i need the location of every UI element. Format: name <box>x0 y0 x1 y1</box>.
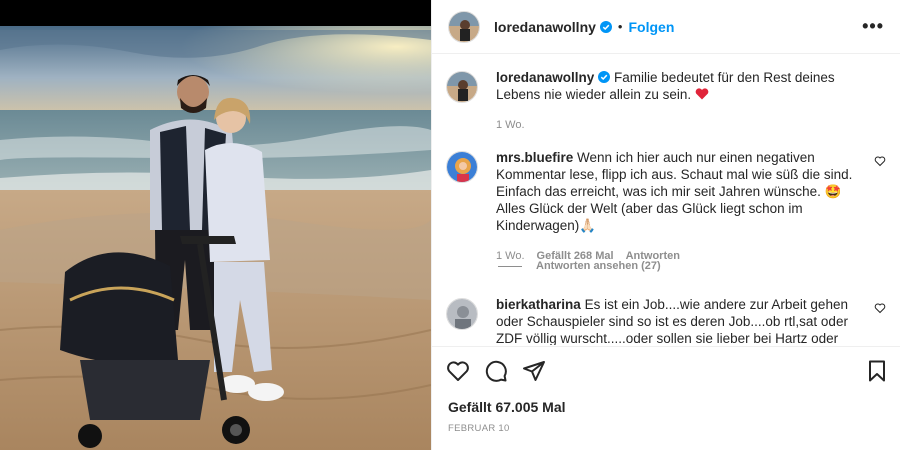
post-header: loredanawollny • Folgen ••• <box>432 0 900 54</box>
commenter-username[interactable]: mrs.bluefire <box>496 150 573 165</box>
comment-like-icon[interactable] <box>874 155 886 167</box>
comment-body: bierkatharina Es ist ein Job....wie ande… <box>496 296 856 345</box>
red-heart-emoji-icon <box>695 88 709 100</box>
commenter-avatar[interactable] <box>446 298 478 330</box>
post-photo[interactable] <box>0 0 431 450</box>
caption-timestamp[interactable]: 1 Wo. <box>496 117 525 134</box>
more-options-icon[interactable]: ••• <box>862 16 884 37</box>
post-side-panel: loredanawollny • Folgen ••• loredanawoll… <box>431 0 900 450</box>
caption-body: loredanawollny Familie bedeutet für den … <box>496 69 856 134</box>
action-icons <box>446 359 891 383</box>
caption-meta: 1 Wo. <box>496 117 856 134</box>
comment-icon[interactable] <box>484 359 508 383</box>
caption-avatar[interactable] <box>446 71 478 103</box>
verified-icon <box>599 20 612 33</box>
author-avatar[interactable] <box>448 10 480 43</box>
caption-row: loredanawollny Familie bedeutet für den … <box>446 69 886 134</box>
comment-row: mrs.bluefire Wenn ich hier auch nur eine… <box>446 149 886 265</box>
comment-body: mrs.bluefire Wenn ich hier auch nur eine… <box>496 149 856 265</box>
comments-list[interactable]: loredanawollny Familie bedeutet für den … <box>432 55 900 345</box>
bookmark-icon[interactable] <box>865 359 889 383</box>
comment-row: bierkatharina Es ist ein Job....wie ande… <box>446 296 886 345</box>
commenter-avatar[interactable] <box>446 151 478 183</box>
like-count[interactable]: Gefällt 67.005 Mal <box>448 399 566 415</box>
follow-button[interactable]: Folgen <box>628 19 674 35</box>
post-actions: Gefällt 67.005 Mal FEBRUAR 10 <box>432 346 900 450</box>
heart-icon[interactable] <box>446 359 470 383</box>
post-date[interactable]: FEBRUAR 10 <box>448 423 510 434</box>
caption-username[interactable]: loredanawollny <box>496 70 594 85</box>
view-replies-label: Antworten ansehen (27) <box>536 260 661 272</box>
separator-dot: • <box>617 19 623 34</box>
comment-like-icon[interactable] <box>874 302 886 314</box>
instagram-post-modal: loredanawollny • Folgen ••• loredanawoll… <box>0 0 900 450</box>
view-replies-button[interactable]: Antworten ansehen (27) <box>498 260 661 272</box>
commenter-username[interactable]: bierkatharina <box>496 297 581 312</box>
verified-icon <box>598 71 611 83</box>
share-icon[interactable] <box>522 359 546 383</box>
beach-family-photo <box>0 0 431 450</box>
replies-divider <box>498 265 522 267</box>
author-username[interactable]: loredanawollny <box>494 19 596 35</box>
